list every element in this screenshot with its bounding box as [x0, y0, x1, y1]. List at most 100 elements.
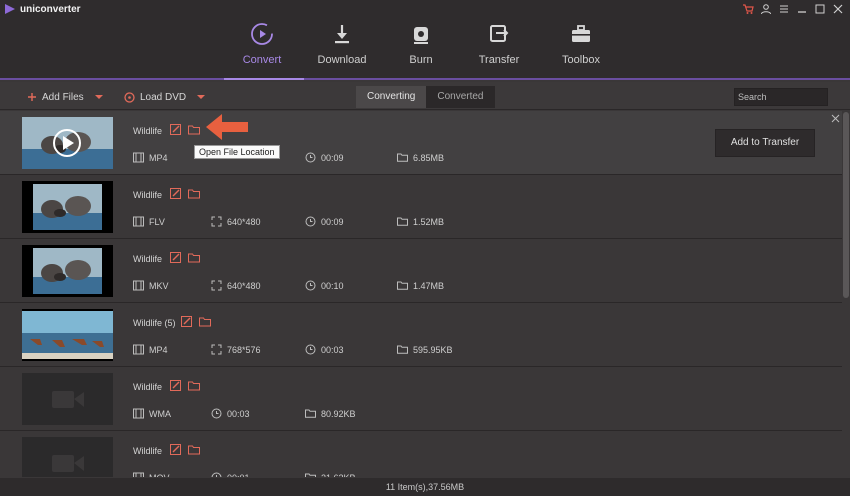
file-duration-group: 00:09 [305, 216, 344, 227]
chevron-down-icon[interactable] [94, 95, 103, 99]
folder-size-icon [397, 217, 408, 226]
file-size-group: 1.52MB [397, 216, 444, 227]
folder-icon[interactable] [188, 252, 200, 263]
burn-icon [414, 27, 428, 44]
video-placeholder-icon [22, 437, 113, 477]
file-duration-group: 00:09 [305, 152, 344, 163]
add-files-button[interactable]: Add Files [27, 90, 103, 104]
clock-icon [211, 472, 222, 477]
file-duration-group: 00:10 [305, 280, 344, 291]
seals-thumbnail [22, 245, 113, 297]
file-format: MOV [149, 473, 170, 478]
tab-converting[interactable]: Converting [356, 86, 427, 108]
tab-converted[interactable]: Converted [426, 86, 495, 108]
folder-icon[interactable] [188, 380, 200, 391]
file-duration: 00:09 [321, 152, 344, 163]
film-icon [133, 216, 144, 227]
file-duration-group: 00:01 [211, 472, 250, 477]
tab-convert[interactable]: Convert [227, 22, 297, 78]
file-duration: 00:03 [227, 408, 250, 419]
file-size-group: 21.62KB [305, 472, 356, 477]
tab-download[interactable]: Download [307, 22, 377, 78]
folder-size-icon [305, 409, 316, 418]
video-thumbnail[interactable] [22, 117, 113, 169]
file-format-group: MP4 [133, 344, 168, 355]
video-thumbnail[interactable] [22, 437, 113, 477]
edit-icon[interactable] [170, 444, 182, 455]
file-resolution: 640*480 [227, 280, 261, 291]
status-bar: 11 Item(s),37.56MB [0, 478, 850, 496]
file-resolution-group: 640*480 [211, 216, 261, 227]
folder-icon[interactable] [188, 124, 200, 135]
video-thumbnail[interactable] [22, 245, 113, 297]
file-format-group: MOV [133, 472, 170, 477]
tab-transfer[interactable]: Transfer [464, 22, 534, 78]
folder-icon[interactable] [188, 444, 200, 455]
list-item[interactable]: Wildlife WMA 00:03 80.92KB [0, 367, 842, 431]
list-item[interactable]: Wildlife FLV 640*480 00:09 1.52MB [0, 175, 842, 239]
cart-icon[interactable] [742, 3, 754, 15]
user-icon[interactable] [760, 3, 772, 15]
file-duration: 00:09 [321, 216, 344, 227]
folder-icon[interactable] [199, 316, 211, 327]
tab-label: Transfer [478, 54, 520, 66]
folder-size-icon [397, 345, 408, 354]
load-dvd-button[interactable]: Load DVD [124, 90, 206, 104]
file-size: 1.47MB [413, 280, 445, 291]
chevron-down-icon[interactable] [197, 95, 206, 99]
tab-toolbox[interactable]: Toolbox [546, 22, 616, 78]
list-item[interactable]: Wildlife MKV 640*480 00:10 1.47MB [0, 239, 842, 303]
video-thumbnail[interactable] [22, 309, 113, 361]
app-name: uniconverter [20, 4, 81, 15]
list-item[interactable]: Wildlife MOV 00:01 21.62KB [0, 431, 842, 477]
film-icon [133, 344, 144, 355]
add-to-transfer-button[interactable]: Add to Transfer [715, 129, 815, 157]
file-name: Wildlife [133, 126, 163, 136]
film-icon [133, 280, 144, 291]
file-format: WMA [149, 408, 171, 419]
tab-burn[interactable]: Burn [386, 22, 456, 78]
edit-icon[interactable] [170, 124, 182, 135]
list-item[interactable]: Wildlife (5) MP4 768*576 00:03 595.95KB [0, 303, 842, 367]
seals-thumbnail [22, 181, 113, 233]
clock-icon [305, 280, 316, 291]
file-format-group: MP4 [133, 152, 168, 163]
file-size: 1.52MB [413, 216, 445, 227]
search-input[interactable] [734, 88, 828, 106]
resolution-icon [211, 280, 222, 291]
minimize-icon[interactable] [796, 3, 808, 15]
folder-icon[interactable] [188, 188, 200, 199]
edit-icon[interactable] [170, 188, 182, 199]
file-list: Wildlife MP4 00:09 6.85MB Wildlife FLV 640*480… [0, 111, 844, 477]
video-thumbnail[interactable] [22, 181, 113, 233]
scrollbar[interactable] [843, 112, 849, 298]
edit-icon[interactable] [170, 380, 182, 391]
edit-icon[interactable] [170, 252, 182, 263]
active-tab-indicator [224, 78, 304, 80]
maximize-icon[interactable] [814, 3, 826, 15]
file-format: FLV [149, 216, 165, 227]
file-resolution-group: 640*480 [211, 280, 261, 291]
file-format-group: MKV [133, 280, 169, 291]
file-size-group: 80.92KB [305, 408, 356, 419]
transfer-icon [490, 25, 509, 42]
arrow-left-icon [206, 114, 248, 140]
convert-icon [251, 23, 273, 45]
file-name: Wildlife [133, 254, 163, 264]
file-size: 6.85MB [413, 152, 445, 163]
dvd-icon [124, 91, 135, 103]
resolution-icon [211, 216, 222, 227]
close-icon[interactable] [831, 114, 840, 123]
toolbox-icon [572, 25, 590, 42]
file-resolution: 768*576 [227, 344, 261, 355]
plus-icon [28, 93, 36, 101]
video-thumbnail[interactable] [22, 373, 113, 425]
edit-icon[interactable] [181, 316, 193, 327]
clock-icon [305, 216, 316, 227]
file-duration-group: 00:03 [305, 344, 344, 355]
file-duration-group: 00:03 [211, 408, 250, 419]
close-window-icon[interactable] [832, 3, 844, 15]
file-duration: 00:03 [321, 344, 344, 355]
file-format-group: WMA [133, 408, 171, 419]
menu-icon[interactable] [778, 3, 790, 15]
